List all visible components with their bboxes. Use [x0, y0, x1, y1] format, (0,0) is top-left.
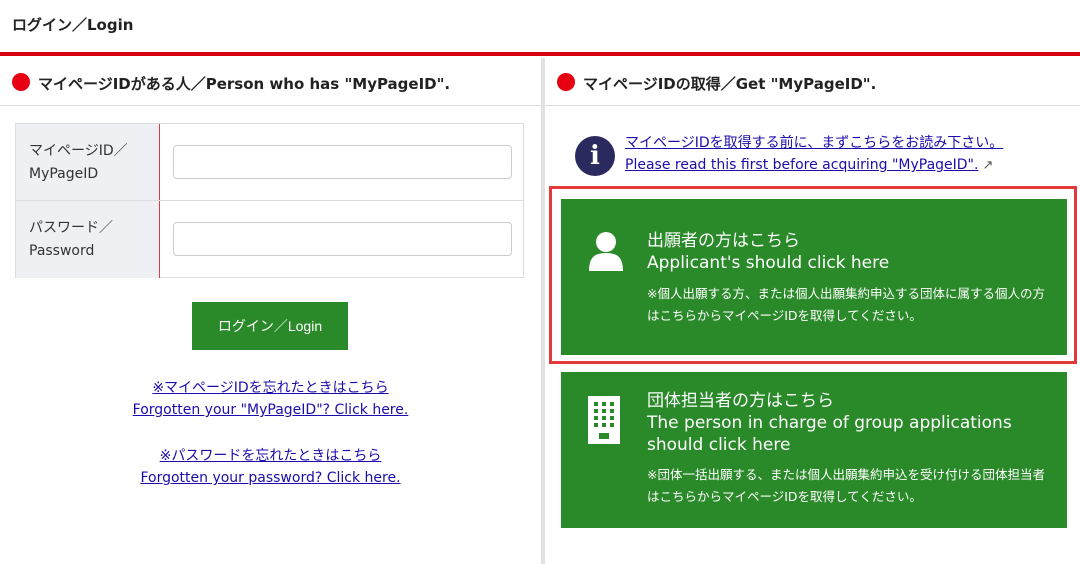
group-button[interactable]: 団体担当者の方はこちら The person in charge of grou… [561, 372, 1067, 528]
external-link-icon: ↗ [982, 158, 994, 173]
password-input[interactable] [173, 222, 512, 256]
mypageid-input[interactable] [173, 145, 512, 179]
info-link-jp[interactable]: マイページIDを取得する前に、まずこちらをお読み下さい。 [625, 135, 1003, 151]
register-section-header: マイページIDの取得／Get "MyPageID". [545, 58, 1080, 106]
applicant-note: ※個人出願する方、または個人出願集約申込する団体に属する個人の方はこちらからマイ… [647, 286, 1045, 323]
login-section-title: マイページIDがある人／Person who has "MyPageID". [38, 75, 451, 93]
mypageid-label-en: MyPageID [29, 166, 99, 182]
red-dot-icon [557, 73, 575, 91]
forgot-password-link-jp[interactable]: ※パスワードを忘れたときはこちら [0, 445, 541, 467]
red-dot-icon [12, 73, 30, 91]
group-title-jp: 団体担当者の方はこちら [647, 391, 834, 411]
header-divider [0, 52, 1080, 56]
login-form: マイページID／ MyPageID パスワード／ Password [15, 123, 524, 278]
login-section-header: マイページIDがある人／Person who has "MyPageID". [0, 58, 541, 106]
page-title: ログイン／Login [12, 16, 134, 34]
password-label: パスワード／ Password [16, 201, 160, 278]
forgot-password-links: ※パスワードを忘れたときはこちら Forgotten your password… [0, 445, 541, 489]
login-panel: マイページIDがある人／Person who has "MyPageID". マ… [0, 58, 541, 564]
applicant-title-jp: 出願者の方はこちら [647, 231, 800, 251]
password-row: パスワード／ Password [16, 201, 523, 278]
info-link-en[interactable]: Please read this first before acquiring … [625, 157, 978, 173]
forgot-password-link-en[interactable]: Forgotten your password? Click here. [0, 467, 541, 489]
person-icon [589, 232, 623, 271]
forgot-id-link-en[interactable]: Forgotten your "MyPageID"? Click here. [0, 399, 541, 421]
group-note: ※団体一括出願する、または個人出願集約申込を受け付ける団体担当者はこちらからマイ… [647, 467, 1045, 504]
password-label-en: Password [29, 243, 95, 259]
password-label-jp: パスワード／ [29, 220, 113, 236]
building-icon [588, 396, 620, 444]
group-title-en: The person in charge of group applicatio… [647, 413, 1012, 455]
mypageid-row: マイページID／ MyPageID [16, 124, 523, 201]
applicant-title-en: Applicant's should click here [647, 253, 890, 273]
register-panel: マイページIDの取得／Get "MyPageID". i マイページIDを取得す… [545, 58, 1080, 564]
mypageid-label: マイページID／ MyPageID [16, 124, 160, 200]
forgot-id-links: ※マイページIDを忘れたときはこちら Forgotten your "MyPag… [0, 377, 541, 421]
mypageid-label-jp: マイページID／ [29, 143, 128, 159]
info-links: マイページIDを取得する前に、まずこちらをお読み下さい。 Please read… [625, 132, 1045, 177]
register-section-title: マイページIDの取得／Get "MyPageID". [583, 75, 877, 93]
applicant-button[interactable]: 出願者の方はこちら Applicant's should click here … [561, 199, 1067, 355]
login-button[interactable]: ログイン／Login [192, 302, 348, 350]
top-bar: ログイン／Login [0, 0, 1080, 52]
forgot-id-link-jp[interactable]: ※マイページIDを忘れたときはこちら [0, 377, 541, 399]
info-icon: i [575, 136, 615, 176]
